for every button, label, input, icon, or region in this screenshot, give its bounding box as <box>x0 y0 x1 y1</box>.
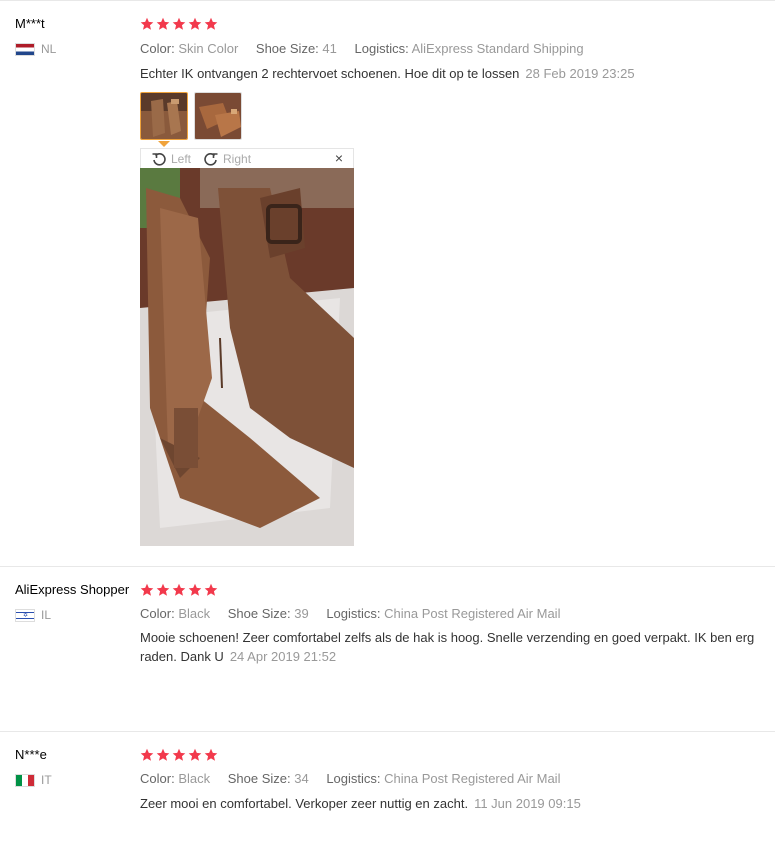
star-icon <box>204 748 218 761</box>
country-code: IL <box>41 608 52 622</box>
star-rating <box>140 748 218 762</box>
rotate-right-label: Right <box>223 151 252 166</box>
star-icon <box>156 583 170 596</box>
reviewer-name: M***t <box>15 16 45 31</box>
star-icon <box>188 748 202 761</box>
star-rating <box>140 583 218 597</box>
logistics-value: China Post Registered Air Mail <box>384 606 561 621</box>
review-attributes: Color: Black Shoe Size: 39 Logistics: Ch… <box>140 606 574 621</box>
review-item: AliExpress Shopper ✡ IL Color: Black Sho… <box>0 566 775 731</box>
rotate-right-button[interactable]: Right <box>203 151 251 167</box>
shoe-size-value: 39 <box>294 606 309 621</box>
color-label: Color: <box>140 41 175 56</box>
review-date: 28 Feb 2019 23:25 <box>525 66 635 81</box>
rotate-left-label: Left <box>171 151 192 166</box>
star-icon <box>204 17 218 30</box>
color-value: Black <box>178 606 211 621</box>
color-value: Black <box>178 771 211 786</box>
star-icon <box>188 17 202 30</box>
star-icon <box>188 583 202 596</box>
star-icon <box>140 583 154 596</box>
review-photo-thumbnails <box>140 92 242 140</box>
shoe-photo-thumbnail <box>195 93 241 139</box>
shoe-photo <box>140 168 354 546</box>
review-date: 24 Apr 2019 21:52 <box>229 649 337 664</box>
star-icon <box>140 748 154 761</box>
country-code: IT <box>41 773 52 787</box>
close-viewer-button[interactable]: × <box>335 150 343 166</box>
reviewer-country: ✡ IL <box>15 608 51 622</box>
review-item: M***t NL Color: Skin Color Shoe Size: 41… <box>0 0 775 566</box>
rotate-left-button[interactable]: Left <box>151 151 191 167</box>
flag-it-icon <box>15 773 35 787</box>
active-thumbnail-pointer <box>158 141 170 147</box>
reviewer-country: IT <box>15 773 52 787</box>
review-body: Echter IK ontvangen 2 rechtervoet schoen… <box>140 66 520 81</box>
review-attributes: Color: Skin Color Shoe Size: 41 Logistic… <box>140 41 598 56</box>
star-rating <box>140 17 218 31</box>
color-label: Color: <box>140 606 175 621</box>
shoe-size-label: Shoe Size: <box>227 606 291 621</box>
shoe-size-label: Shoe Size: <box>227 771 291 786</box>
shoe-size-label: Shoe Size: <box>255 41 319 56</box>
rotate-left-icon <box>152 152 166 166</box>
photo-viewer: Left Right × <box>140 148 354 546</box>
shoe-photo-thumbnail <box>141 93 187 139</box>
color-value: Skin Color <box>178 41 239 56</box>
shoe-size-value: 34 <box>294 771 309 786</box>
star-icon <box>156 17 170 30</box>
country-code: NL <box>41 42 57 56</box>
reviewer-country: NL <box>15 42 56 56</box>
review-item: N***e IT Color: Black Shoe Size: 34 Logi… <box>0 731 775 856</box>
reviewer-name: AliExpress Shopper <box>15 582 130 597</box>
star-icon <box>172 748 186 761</box>
flag-nl-icon <box>15 42 35 56</box>
review-body-line-1: Mooie schoenen! Zeer comfortabel zelfs a… <box>140 630 755 645</box>
logistics-value: China Post Registered Air Mail <box>384 771 561 786</box>
rotate-right-icon <box>204 152 218 166</box>
review-body: Zeer mooi en comfortabel. Verkoper zeer … <box>140 796 469 811</box>
review-text: Mooie schoenen! Zeer comfortabel zelfs a… <box>140 628 754 666</box>
review-body-line-2: raden. Dank U <box>140 649 224 664</box>
review-attributes: Color: Black Shoe Size: 34 Logistics: Ch… <box>140 771 574 786</box>
review-text: Echter IK ontvangen 2 rechtervoet schoen… <box>140 64 635 83</box>
logistics-label: Logistics: <box>326 606 381 621</box>
star-icon <box>156 748 170 761</box>
star-icon <box>204 583 218 596</box>
review-photo-thumbnail-1[interactable] <box>140 92 188 140</box>
review-photo-thumbnail-2[interactable] <box>194 92 242 140</box>
review-date: 11 Jun 2019 09:15 <box>474 796 581 811</box>
review-text: Zeer mooi en comfortabel. Verkoper zeer … <box>140 794 581 813</box>
star-icon <box>172 17 186 30</box>
flag-il-icon: ✡ <box>15 608 35 622</box>
color-label: Color: <box>140 771 175 786</box>
logistics-label: Logistics: <box>326 771 381 786</box>
shoe-size-value: 41 <box>322 41 337 56</box>
star-icon <box>172 583 186 596</box>
photo-viewer-toolbar: Left Right × <box>140 148 354 168</box>
reviewer-name: N***e <box>15 747 47 762</box>
star-icon <box>140 17 154 30</box>
logistics-label: Logistics: <box>354 41 409 56</box>
logistics-value: AliExpress Standard Shipping <box>411 41 584 56</box>
